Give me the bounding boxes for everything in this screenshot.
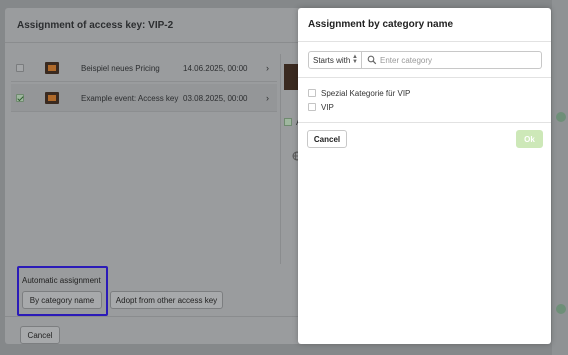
cancel-button[interactable]: Cancel	[307, 130, 347, 148]
by-category-name-button[interactable]: By category name	[22, 291, 102, 309]
search-icon	[367, 55, 377, 65]
event-name: Example event: Access key	[81, 94, 179, 103]
modal-cancel-button[interactable]: Cancel	[20, 326, 60, 344]
background-page-strip	[552, 0, 568, 355]
event-checkbox[interactable]	[16, 64, 24, 72]
event-thumbnail	[45, 92, 59, 104]
event-row[interactable]: Beispiel neues Pricing 14.06.2025, 00:00…	[11, 54, 277, 82]
divider	[298, 122, 551, 123]
category-assignment-dialog: Assignment by category name Starts with …	[298, 8, 551, 344]
category-option[interactable]: VIP	[308, 101, 334, 113]
dialog-title: Assignment by category name	[308, 19, 454, 30]
background-status-dot	[556, 304, 566, 314]
event-checkbox-checked[interactable]	[16, 94, 24, 102]
event-row[interactable]: Example event: Access key 03.08.2025, 00…	[11, 84, 277, 112]
event-thumbnail	[45, 62, 59, 74]
event-list: Beispiel neues Pricing 14.06.2025, 00:00…	[11, 54, 277, 264]
category-label: Spezial Kategorie für VIP	[321, 88, 411, 98]
modal-title: Assignment of access key: VIP-2	[17, 20, 174, 31]
category-search-field[interactable]	[362, 51, 542, 69]
category-label: VIP	[321, 102, 334, 112]
chevron-right-icon[interactable]: ›	[266, 93, 269, 103]
category-checkbox[interactable]	[308, 103, 316, 111]
divider	[298, 41, 551, 42]
chevron-right-icon[interactable]: ›	[266, 63, 269, 73]
ok-button[interactable]: Ok	[516, 130, 543, 148]
match-mode-value: Starts with	[313, 55, 351, 65]
divider	[298, 77, 551, 78]
match-mode-select[interactable]: Starts with ▲ ▼	[308, 51, 362, 69]
category-option[interactable]: Spezial Kategorie für VIP	[308, 87, 410, 99]
adopt-from-access-key-button[interactable]: Adopt from other access key	[110, 291, 223, 309]
event-date: 14.06.2025, 00:00	[183, 64, 248, 73]
event-detail-thumbnail	[284, 64, 298, 90]
automatic-assignment-label: Automatic assignment	[22, 276, 101, 285]
event-date: 03.08.2025, 00:00	[183, 94, 248, 103]
category-search-input[interactable]	[380, 53, 535, 67]
select-arrows-icon: ▲ ▼	[352, 54, 358, 65]
category-checkbox[interactable]	[308, 89, 316, 97]
background-status-dot	[556, 112, 566, 122]
event-name: Beispiel neues Pricing	[81, 64, 160, 73]
pane-divider	[280, 54, 281, 264]
detail-checkbox-checked[interactable]	[284, 118, 292, 126]
